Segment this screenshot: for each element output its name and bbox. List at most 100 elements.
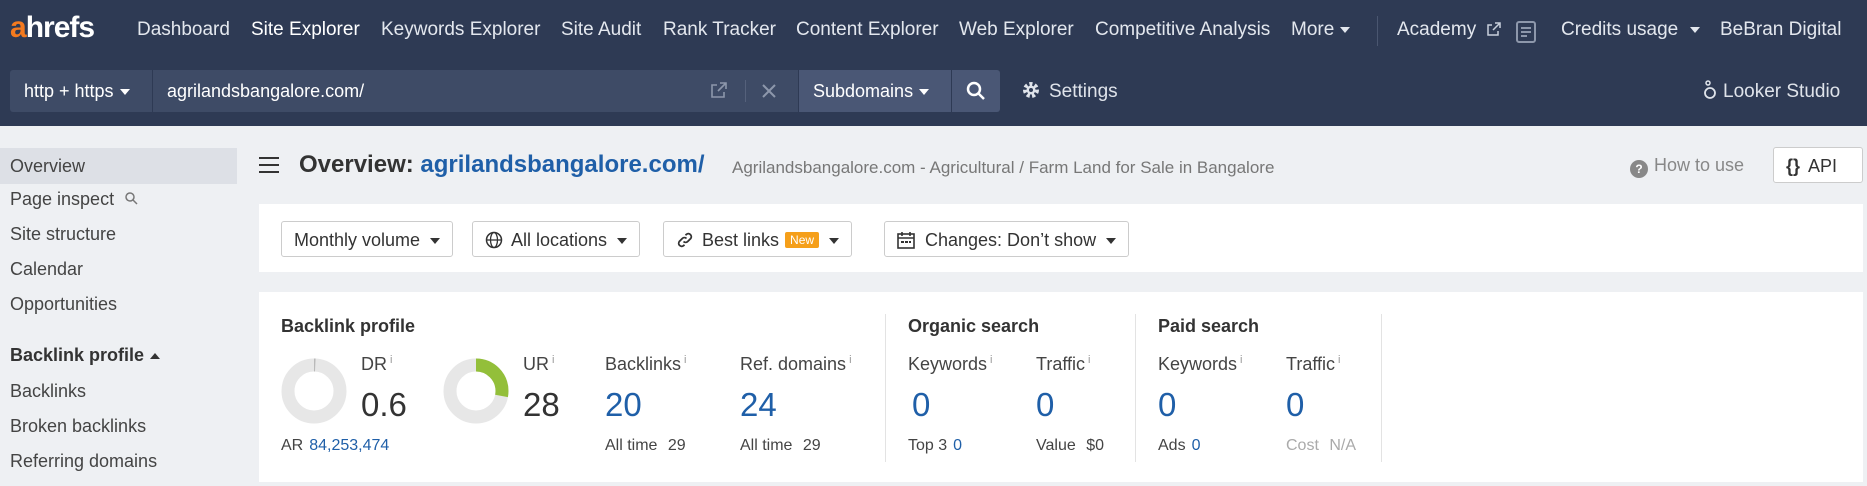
credits-usage-menu[interactable]: Credits usage <box>1561 19 1701 41</box>
search-icon <box>125 192 138 205</box>
api-button[interactable]: {} API <box>1773 147 1863 183</box>
nav-site-audit[interactable]: Site Audit <box>561 19 641 41</box>
nav-competitive-analysis[interactable]: Competitive Analysis <box>1095 19 1270 41</box>
dr-donut-chart <box>281 358 347 424</box>
how-to-use-link[interactable]: ? How to use <box>1630 155 1744 178</box>
filter-bar: Monthly volume All locations Best links N… <box>259 204 1863 272</box>
sidebar-section-backlink-profile[interactable]: Backlink profile <box>10 345 161 366</box>
info-icon[interactable]: i <box>849 354 851 366</box>
notes-icon[interactable] <box>1516 21 1536 43</box>
sidebar-item-site-structure[interactable]: Site structure <box>10 224 116 245</box>
top-navigation: ahrefs Dashboard Site Explorer Keywords … <box>0 0 1867 64</box>
nav-divider <box>1377 16 1378 46</box>
sidebar-item-referring-domains[interactable]: Referring domains <box>10 451 157 472</box>
nav-web-explorer[interactable]: Web Explorer <box>959 19 1074 41</box>
organic-traffic-label: Traffic i <box>1036 354 1091 374</box>
calendar-icon <box>897 232 915 249</box>
organic-keywords-value[interactable]: 0 <box>912 386 930 424</box>
organic-top3: Top 30 <box>908 437 963 454</box>
chevron-down-icon <box>430 238 441 245</box>
search-icon <box>966 81 985 100</box>
nav-rank-tracker[interactable]: Rank Tracker <box>663 19 776 41</box>
ur-donut-chart <box>443 358 509 424</box>
ref-domains-alltime: All time 29 <box>740 437 821 454</box>
backlinks-value[interactable]: 20 <box>605 386 642 424</box>
chevron-down-icon <box>617 238 628 245</box>
best-links-dropdown[interactable]: Best links New <box>663 221 853 257</box>
globe-icon <box>485 231 503 249</box>
section-divider <box>1381 314 1382 462</box>
section-divider <box>1135 314 1136 462</box>
info-icon[interactable]: i <box>1338 354 1340 366</box>
gear-icon <box>1023 82 1039 98</box>
section-divider <box>885 314 886 462</box>
sidebar-item-calendar[interactable]: Calendar <box>10 259 83 280</box>
settings-button[interactable]: Settings <box>1021 80 1118 103</box>
paid-search-heading: Paid search <box>1158 316 1260 336</box>
info-icon[interactable]: i <box>684 354 686 366</box>
sidebar: Overview Page inspect Site structure Cal… <box>0 126 240 486</box>
protocol-select[interactable]: http + https <box>10 70 152 112</box>
ahrefs-logo[interactable]: ahrefs <box>10 11 95 45</box>
sidebar-item-broken-backlinks[interactable]: Broken backlinks <box>10 416 146 437</box>
dr-label: DR i <box>361 354 393 374</box>
paid-traffic-label: Traffic i <box>1286 354 1341 374</box>
ar-row: AR 84,253,474 <box>281 437 390 454</box>
paid-traffic-value[interactable]: 0 <box>1286 386 1304 424</box>
locations-dropdown[interactable]: All locations <box>472 221 641 257</box>
organic-traffic-value[interactable]: 0 <box>1036 386 1054 424</box>
monthly-volume-dropdown[interactable]: Monthly volume <box>281 221 454 257</box>
changes-dropdown[interactable]: Changes: Don’t show <box>884 221 1130 257</box>
nav-keywords-explorer[interactable]: Keywords Explorer <box>381 19 540 41</box>
info-icon[interactable]: i <box>990 354 992 366</box>
info-icon[interactable]: i <box>1240 354 1242 366</box>
nav-content-explorer[interactable]: Content Explorer <box>796 19 939 41</box>
chevron-down-icon <box>1340 26 1351 33</box>
organic-search-heading: Organic search <box>908 316 1040 336</box>
nav-academy[interactable]: Academy <box>1397 19 1502 41</box>
sidebar-item-backlinks[interactable]: Backlinks <box>10 381 86 402</box>
paid-keywords-label: Keywords i <box>1158 354 1243 374</box>
chevron-down-icon <box>119 89 130 96</box>
page-subtitle: Agrilandsbangalore.com - Agricultural / … <box>732 158 1275 177</box>
search-button[interactable] <box>952 70 1000 112</box>
mode-select[interactable]: Subdomains <box>799 70 951 112</box>
url-value: agrilandsbangalore.com/ <box>167 81 365 101</box>
organic-traffic-value-row: Value $0 <box>1036 437 1104 454</box>
looker-studio-link[interactable]: Looker Studio <box>1703 80 1840 103</box>
chevron-down-icon <box>1690 26 1701 33</box>
sidebar-item-overview[interactable]: Overview <box>0 148 237 184</box>
paid-ads: Ads 0 <box>1158 437 1201 454</box>
looker-studio-icon <box>1704 80 1716 99</box>
backlinks-alltime: All time 29 <box>605 437 686 454</box>
ref-domains-value[interactable]: 24 <box>740 386 777 424</box>
ur-value: 28 <box>523 386 560 423</box>
nav-dashboard[interactable]: Dashboard <box>137 19 230 41</box>
info-icon[interactable]: i <box>1088 354 1090 366</box>
info-icon[interactable]: i <box>390 354 392 366</box>
sidebar-item-page-inspect[interactable]: Page inspect <box>10 189 138 210</box>
open-external-icon[interactable] <box>710 81 728 99</box>
account-menu[interactable]: BeBran Digital <box>1720 19 1841 41</box>
backlink-profile-heading: Backlink profile <box>281 316 416 336</box>
external-link-icon <box>1487 22 1502 36</box>
paid-keywords-value[interactable]: 0 <box>1158 386 1176 424</box>
sidebar-item-opportunities[interactable]: Opportunities <box>10 294 117 315</box>
ur-label: UR i <box>523 354 555 374</box>
new-badge: New <box>785 232 820 248</box>
hamburger-menu-icon[interactable] <box>259 157 279 173</box>
link-icon <box>677 232 693 248</box>
page-title: Overview: agrilandsbangalore.com/ <box>299 151 705 178</box>
dr-value: 0.6 <box>361 386 407 423</box>
page-title-domain[interactable]: agrilandsbangalore.com/ <box>420 151 704 178</box>
ar-value[interactable]: 84,253,474 <box>309 437 389 454</box>
nav-more[interactable]: More <box>1291 19 1351 41</box>
braces-icon: {} <box>1786 156 1801 176</box>
nav-site-explorer[interactable]: Site Explorer <box>251 19 360 41</box>
url-input[interactable]: agrilandsbangalore.com/ <box>153 70 798 112</box>
close-icon[interactable] <box>760 82 778 100</box>
info-icon[interactable]: i <box>552 354 554 366</box>
backlinks-label: Backlinks i <box>605 354 687 374</box>
chevron-up-icon <box>150 353 161 360</box>
url-divider <box>745 80 746 102</box>
